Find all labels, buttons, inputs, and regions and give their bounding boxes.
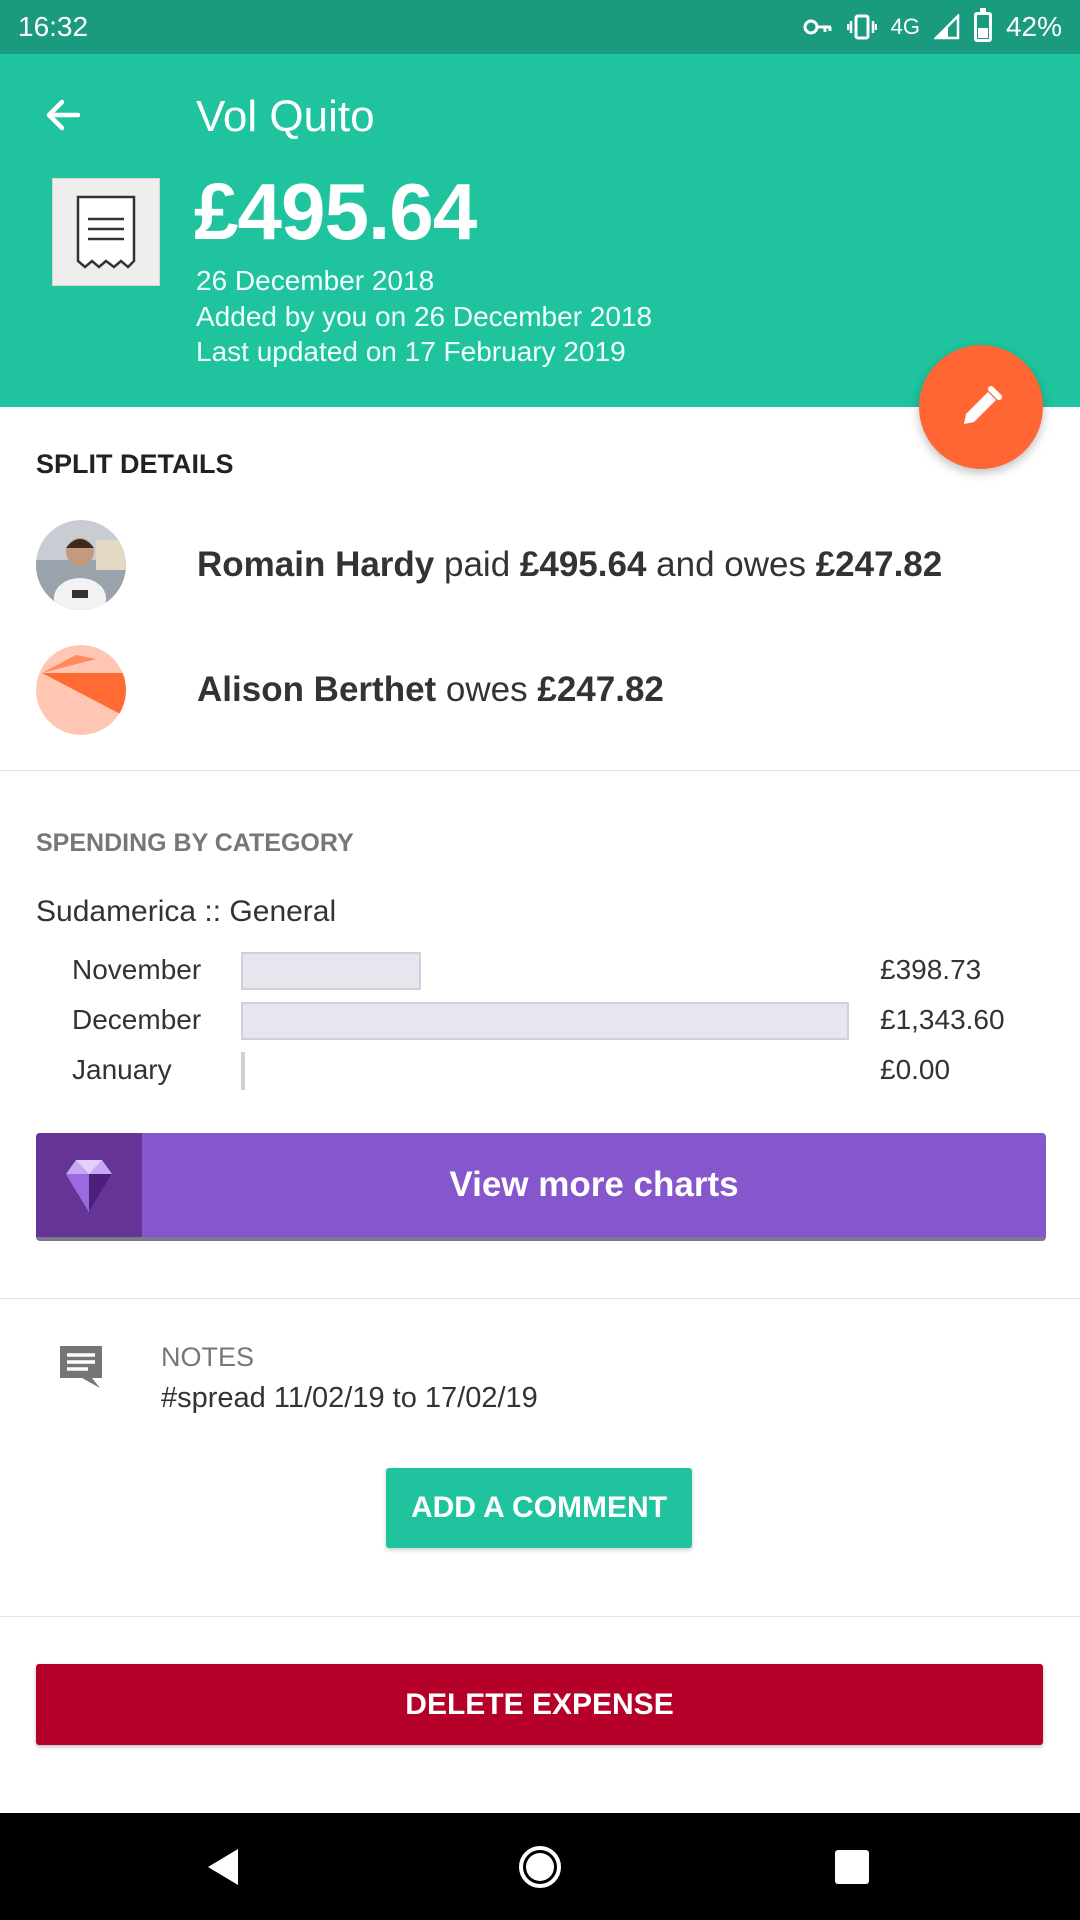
nav-recents-button[interactable]: [824, 1839, 880, 1895]
pencil-icon: [964, 386, 1002, 424]
edit-button[interactable]: [919, 345, 1043, 469]
expense-last-updated: Last updated on 17 February 2019: [196, 336, 626, 367]
month-value: £398.73: [880, 954, 982, 985]
back-button[interactable]: [40, 92, 86, 138]
view-more-charts-button[interactable]: View more charts: [36, 1133, 1046, 1241]
expense-added-by: Added by you on 26 December 2018: [196, 301, 653, 332]
status-time: 16:32: [18, 11, 89, 42]
expense-title: Vol Quito: [196, 92, 375, 141]
status-icons: 4G 42%: [803, 8, 1062, 43]
expense-header: Vol Quito £495.64 26 December 2018 Added…: [0, 54, 1080, 407]
split-row: Romain Hardy paid £495.64 and owes £247.…: [36, 520, 942, 610]
notes-label: NOTES: [161, 1342, 255, 1372]
divider: [0, 1616, 1080, 1617]
triangle-back-icon: [208, 1849, 238, 1885]
spending-bar-row: November £398.73: [72, 952, 1072, 992]
receipt-icon[interactable]: [52, 178, 160, 286]
month-value: £1,343.60: [880, 1004, 1005, 1035]
payer-name: Alison Berthet: [197, 670, 437, 709]
status-bar: 16:32 4G 42%: [0, 0, 1080, 54]
spending-bar: [241, 952, 421, 990]
divider: [0, 1298, 1080, 1299]
delete-expense-button[interactable]: DELETE EXPENSE: [36, 1664, 1043, 1745]
split-verb: paid: [434, 545, 520, 584]
signal-icon: [933, 14, 960, 40]
spending-bar: [241, 1052, 245, 1090]
divider: [0, 770, 1080, 771]
month-value: £0.00: [880, 1054, 951, 1085]
add-comment-button[interactable]: ADD A COMMENT: [386, 1468, 692, 1548]
comment-icon: [56, 1342, 106, 1397]
expense-amount: £495.64: [194, 167, 477, 256]
split-row: Alison Berthet owes £247.82: [36, 645, 664, 735]
battery-icon: [973, 8, 992, 42]
split-verb: owes: [436, 670, 538, 709]
network-type: 4G: [890, 14, 920, 39]
split-verb: and owes: [646, 545, 816, 584]
avatar[interactable]: [36, 645, 126, 735]
spending-bar-row: January £0.00: [72, 1052, 1072, 1092]
month-label: November: [72, 954, 202, 985]
navigation-bar: [0, 1813, 1080, 1920]
split-text: Romain Hardy paid £495.64 and owes £247.…: [197, 545, 942, 585]
owed-amount: £247.82: [815, 545, 943, 584]
payer-name: Romain Hardy: [197, 545, 435, 584]
circle-home-icon: [519, 1846, 561, 1888]
nav-back-button[interactable]: [196, 1839, 252, 1895]
vpn-key-icon: [803, 17, 833, 37]
month-label: January: [72, 1054, 172, 1085]
paid-amount: £495.64: [519, 545, 647, 584]
spending-bar: [241, 1002, 849, 1040]
split-text: Alison Berthet owes £247.82: [197, 670, 664, 710]
square-recents-icon: [835, 1850, 869, 1884]
battery-level: 42%: [1005, 11, 1062, 42]
month-label: December: [72, 1004, 202, 1035]
avatar[interactable]: [36, 520, 126, 610]
gem-icon: [36, 1133, 142, 1237]
category-name: Sudamerica :: General: [36, 895, 337, 928]
notes-text: #spread 11/02/19 to 17/02/19: [161, 1382, 538, 1414]
nav-home-button[interactable]: [512, 1839, 568, 1895]
arrow-left-icon: [46, 99, 81, 131]
spending-bar-row: December £1,343.60: [72, 1002, 1072, 1042]
expense-date: 26 December 2018: [196, 265, 435, 296]
view-more-charts-label: View more charts: [449, 1165, 739, 1204]
split-details-title: SPLIT DETAILS: [36, 449, 234, 479]
owed-amount: £247.82: [537, 670, 664, 709]
vibrate-icon: [846, 14, 877, 40]
spending-title: SPENDING BY CATEGORY: [36, 829, 354, 857]
